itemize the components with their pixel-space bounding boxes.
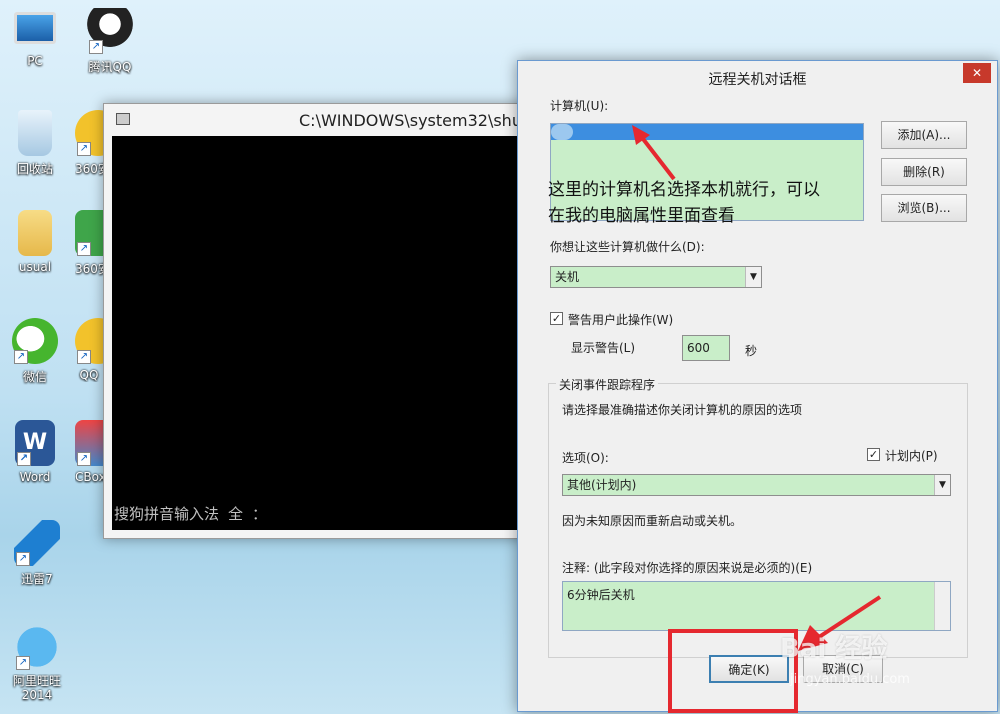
chevron-down-icon[interactable]: ▼ (934, 475, 950, 495)
dialog-titlebar[interactable]: 远程关机对话框 ✕ (518, 61, 997, 95)
computer-list-item-selected[interactable] (551, 124, 863, 140)
planned-label: 计划内(P) (885, 449, 938, 463)
comment-value: 6分钟后关机 (567, 588, 635, 602)
option-label: 选项(O): (562, 451, 609, 465)
warn-user-checkbox[interactable]: ✓ (550, 312, 563, 325)
qq-icon: ↗ (75, 318, 103, 364)
desktop-icon-label: 迅雷7 (21, 572, 53, 586)
console-titlebar[interactable]: C:\WINDOWS\system32\shutdown.exe (104, 104, 605, 136)
360-safe-icon: ↗ (75, 110, 103, 156)
reason-option-dropdown[interactable]: 其他(计划内) ▼ (562, 474, 951, 496)
aliwangwang-icon: ↗ (14, 624, 60, 670)
highlight-box-ok (668, 629, 798, 713)
word-icon: W ↗ (15, 420, 55, 466)
recycle-bin-icon (18, 110, 52, 156)
desktop-icon-cbox[interactable]: ↗ CBox (75, 420, 103, 484)
shortcut-arrow-icon: ↗ (14, 350, 28, 364)
desktop-icon-label: CBox (75, 470, 103, 484)
baidu-jingyan-watermark: Bai 经验 (780, 634, 888, 664)
action-dropdown-value: 关机 (555, 270, 580, 284)
desktop-icon-label: 微信 (22, 370, 47, 384)
console-window-icon[interactable] (116, 113, 130, 125)
desktop-icon-qq-2[interactable]: ↗ QQ (75, 318, 103, 382)
ime-status-text: 搜狗拼音输入法 全 ： (114, 505, 268, 523)
console-window[interactable]: C:\WINDOWS\system32\shutdown.exe 搜狗拼音输入法… (103, 103, 605, 539)
desktop-icon-label: PC (27, 54, 43, 68)
wechat-icon: ↗ (12, 318, 58, 364)
desktop-icon-label: 360安 (75, 262, 103, 276)
comment-scrollbar[interactable] (934, 582, 950, 630)
show-warning-label: 显示警告(L) (571, 341, 636, 355)
desktop-icon-label: Word (19, 470, 51, 484)
desktop-icon-label: 阿里旺旺 2014 (12, 674, 61, 702)
red-arrow-to-computer-icon (632, 125, 676, 181)
shortcut-arrow-icon: ↗ (77, 452, 91, 466)
shortcut-arrow-icon: ↗ (77, 142, 91, 156)
xunlei-bird-icon: ↗ (14, 520, 60, 566)
desktop-icon-aliwangwang[interactable]: ↗ 阿里旺旺 2014 (2, 624, 72, 702)
tracker-description: 请选择最准确描述你关闭计算机的原因的选项 (562, 403, 803, 417)
remote-shutdown-dialog[interactable]: 远程关机对话框 ✕ 计算机(U): 这里的计算机名选择本机就行，可以 在我的电脑… (517, 60, 998, 713)
annotation-text: 这里的计算机名选择本机就行，可以 在我的电脑属性里面查看 (548, 177, 858, 229)
desktop-icon-360-browser[interactable]: ↗ 360安 (75, 210, 103, 277)
reason-description: 因为未知原因而重新启动或关机。 (562, 514, 743, 528)
desktop-icon-label: 360安 (75, 162, 103, 176)
desktop-icon-xunlei[interactable]: ↗ 迅雷7 (2, 520, 72, 587)
shortcut-arrow-icon: ↗ (16, 656, 30, 670)
shortcut-arrow-icon: ↗ (77, 350, 91, 364)
desktop-icon-qq[interactable]: ↗ 腾讯QQ (75, 8, 145, 75)
annotation-line-1: 这里的计算机名选择本机就行，可以 (548, 180, 820, 200)
shortcut-arrow-icon: ↗ (17, 452, 31, 466)
tracker-group-label: 关闭事件跟踪程序 (556, 376, 659, 393)
desktop-icon-recycle-bin[interactable]: 回收站 (0, 110, 70, 177)
desktop-icon-360-safe[interactable]: ↗ 360安 (75, 110, 103, 177)
computers-label: 计算机(U): (550, 99, 609, 113)
seconds-unit: 秒 (745, 344, 758, 358)
action-label: 你想让这些计算机做什么(D): (550, 240, 705, 254)
desktop-icon-label: QQ (79, 368, 99, 382)
action-dropdown[interactable]: 关机 ▼ (550, 266, 762, 288)
shortcut-arrow-icon: ↗ (77, 242, 91, 256)
console-screen[interactable]: 搜狗拼音输入法 全 ： (112, 136, 542, 530)
desktop-icon-pc[interactable]: PC (0, 8, 70, 68)
warning-seconds-input[interactable]: 600 (682, 335, 730, 361)
cbox-icon: ↗ (75, 420, 103, 466)
desktop-icon-wechat[interactable]: ↗ 微信 (0, 318, 70, 385)
desktop-icon-usual[interactable]: usual (0, 210, 70, 274)
close-button[interactable]: ✕ (963, 63, 991, 83)
qq-penguin-icon: ↗ (87, 8, 133, 54)
shortcut-arrow-icon: ↗ (16, 552, 30, 566)
360-app-icon: ↗ (75, 210, 103, 256)
watermark-url: jingyan.baidu.com (790, 672, 910, 687)
comment-textarea[interactable]: 6分钟后关机 (562, 581, 951, 631)
shortcut-arrow-icon: ↗ (89, 40, 103, 54)
chevron-down-icon[interactable]: ▼ (745, 267, 761, 287)
dialog-title: 远程关机对话框 (708, 72, 807, 88)
reason-option-value: 其他(计划内) (567, 478, 637, 492)
add-button[interactable]: 添加(A)... (881, 121, 967, 149)
warn-user-label: 警告用户此操作(W) (568, 313, 674, 327)
desktop-icon-label: 回收站 (16, 162, 53, 176)
computer-icon (14, 12, 56, 44)
folder-icon (18, 210, 52, 256)
planned-checkbox[interactable]: ✓ (867, 448, 880, 461)
browse-button[interactable]: 浏览(B)... (881, 194, 967, 222)
desktop-icon-label: 腾讯QQ (88, 60, 132, 74)
desktop-icon-word[interactable]: W ↗ Word (0, 420, 70, 484)
annotation-line-2: 在我的电脑属性里面查看 (548, 206, 735, 226)
desktop-icon-label: usual (18, 260, 52, 274)
comment-label: 注释: (此字段对你选择的原因来说是必须的)(E) (562, 561, 813, 575)
selection-cursor-icon (551, 124, 573, 140)
remove-button[interactable]: 删除(R) (881, 158, 967, 186)
